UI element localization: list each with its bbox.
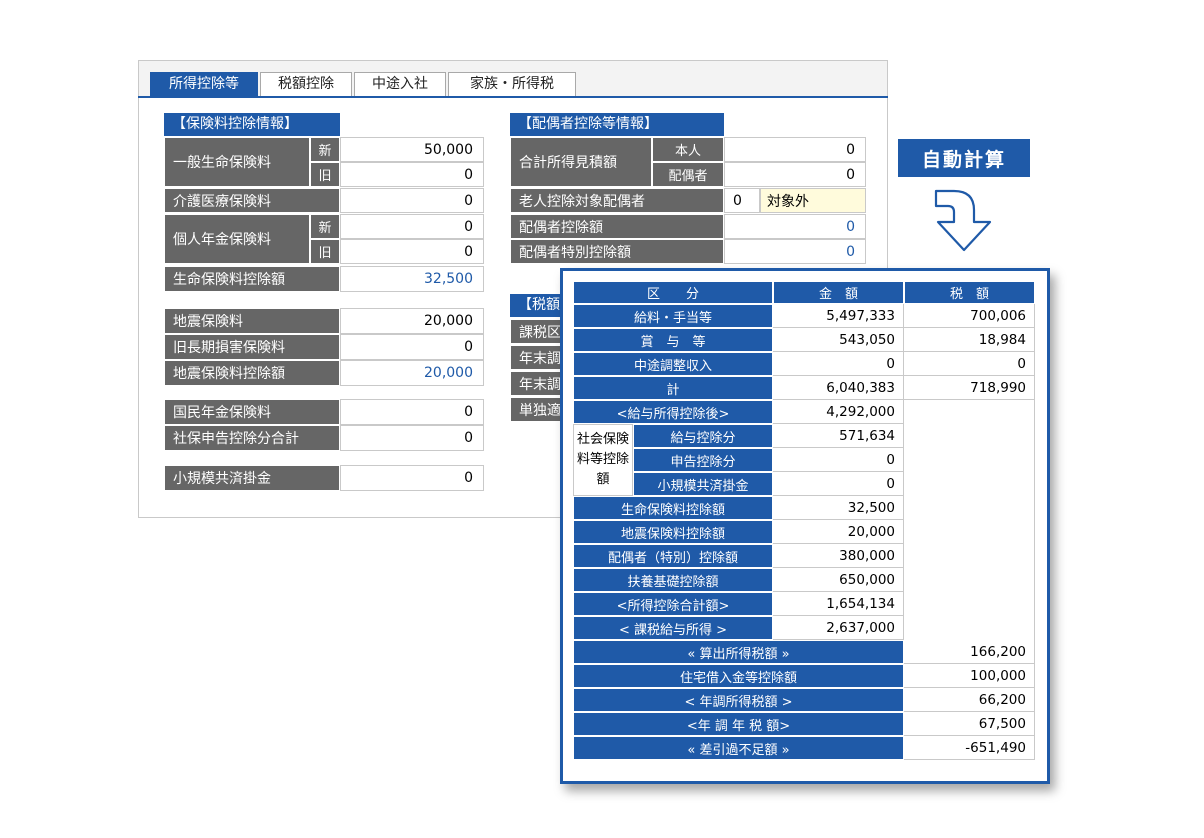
row-amount: 543,050 bbox=[773, 328, 904, 352]
income-self-field[interactable]: 0 bbox=[724, 137, 866, 162]
tax-row-label: 住宅借入金等控除額 bbox=[573, 664, 904, 688]
tab-income-deductions[interactable]: 所得控除等 bbox=[150, 72, 258, 97]
income-spouse-field[interactable]: 0 bbox=[724, 162, 866, 187]
arrow-down-icon bbox=[934, 189, 992, 252]
old-long-term-label: 旧長期損害保険料 bbox=[164, 334, 340, 360]
row-label: 賞 与 等 bbox=[573, 328, 773, 352]
tax-row-value: 100,000 bbox=[904, 664, 1035, 688]
old-long-term-field[interactable]: 0 bbox=[340, 334, 484, 360]
pension-new-field[interactable]: 0 bbox=[340, 214, 484, 239]
row-amount: 5,497,333 bbox=[773, 304, 904, 328]
nursing-field[interactable]: 0 bbox=[340, 188, 484, 213]
row-label: 生命保険料控除額 bbox=[573, 496, 773, 520]
life-deduction-label: 生命保険料控除額 bbox=[164, 266, 340, 292]
row-label: < 課税給与所得 > bbox=[573, 616, 773, 640]
header-category: 区 分 bbox=[573, 281, 773, 304]
social-item-amount: 571,634 bbox=[773, 424, 904, 448]
row-label: <所得控除合計額> bbox=[573, 592, 773, 616]
small-business-field[interactable]: 0 bbox=[340, 465, 484, 491]
earthquake-deduction-value: 20,000 bbox=[340, 360, 484, 386]
row-amount: 6,040,383 bbox=[773, 376, 904, 400]
row-label: 計 bbox=[573, 376, 773, 400]
tax-row-value: 66,200 bbox=[904, 688, 1035, 712]
income-spouse-label: 配偶者 bbox=[652, 162, 724, 187]
row-tax: 718,990 bbox=[904, 376, 1035, 400]
general-life-new-field[interactable]: 50,000 bbox=[340, 137, 484, 162]
elderly-spouse-field[interactable]: 0 bbox=[724, 188, 760, 213]
tax-row-label: « 算出所得税額 » bbox=[573, 640, 904, 664]
row-label: 給料・手当等 bbox=[573, 304, 773, 328]
row-label: 配偶者（特別）控除額 bbox=[573, 544, 773, 568]
general-life-old-field[interactable]: 0 bbox=[340, 162, 484, 187]
row-amount: 32,500 bbox=[773, 496, 904, 520]
earthquake-field[interactable]: 20,000 bbox=[340, 308, 484, 334]
nursing-label: 介護医療保険料 bbox=[164, 188, 340, 213]
row-amount: 380,000 bbox=[773, 544, 904, 568]
social-insurance-group-label: 社会保険料等控除額 bbox=[573, 424, 633, 496]
national-pension-label: 国民年金保険料 bbox=[164, 399, 340, 425]
pension-old-label: 旧 bbox=[310, 239, 340, 264]
row-amount: 650,000 bbox=[773, 568, 904, 592]
tab-tax-credits[interactable]: 税額控除 bbox=[260, 72, 352, 97]
tax-row-label: < 年調所得税額 > bbox=[573, 688, 904, 712]
tab-mid-year-hire[interactable]: 中途入社 bbox=[354, 72, 446, 97]
row-label: 地震保険料控除額 bbox=[573, 520, 773, 544]
header-amount: 金 額 bbox=[773, 281, 904, 304]
income-estimate-label: 合計所得見積額 bbox=[510, 137, 652, 187]
insurance-section-header: 【保険料控除情報】 bbox=[164, 113, 340, 136]
pension-label: 個人年金保険料 bbox=[164, 214, 310, 264]
social-item-label: 申告控除分 bbox=[633, 448, 773, 472]
elderly-spouse-status: 対象外 bbox=[760, 188, 866, 213]
row-label: 中途調整収入 bbox=[573, 352, 773, 376]
tax-row-value: 166,200 bbox=[904, 640, 1035, 664]
income-self-label: 本人 bbox=[652, 137, 724, 162]
earthquake-label: 地震保険料 bbox=[164, 308, 340, 334]
social-item-label: 給与控除分 bbox=[633, 424, 773, 448]
general-life-new-label: 新 bbox=[310, 137, 340, 162]
spouse-special-value: 0 bbox=[724, 239, 866, 264]
general-life-label: 一般生命保険料 bbox=[164, 137, 310, 187]
small-business-label: 小規模共済掛金 bbox=[164, 465, 340, 491]
elderly-spouse-label: 老人控除対象配偶者 bbox=[510, 188, 724, 213]
row-amount: 2,637,000 bbox=[773, 616, 904, 640]
row-label: <給与所得控除後> bbox=[573, 400, 773, 424]
social-item-amount: 0 bbox=[773, 448, 904, 472]
row-tax: 700,006 bbox=[904, 304, 1035, 328]
pension-old-field[interactable]: 0 bbox=[340, 239, 484, 264]
social-total-field[interactable]: 0 bbox=[340, 425, 484, 451]
tax-row-value: -651,490 bbox=[904, 736, 1035, 760]
tax-column-blank bbox=[904, 400, 1035, 640]
tab-underline bbox=[138, 96, 888, 98]
tax-row-label: « 差引過不足額 » bbox=[573, 736, 904, 760]
auto-calc-badge: 自動計算 bbox=[898, 139, 1030, 177]
spouse-section-header: 【配偶者控除等情報】 bbox=[510, 113, 724, 136]
national-pension-field[interactable]: 0 bbox=[340, 399, 484, 425]
row-amount: 20,000 bbox=[773, 520, 904, 544]
header-tax: 税 額 bbox=[904, 281, 1035, 304]
row-tax: 18,984 bbox=[904, 328, 1035, 352]
pension-new-label: 新 bbox=[310, 214, 340, 239]
tab-family-income-tax[interactable]: 家族・所得税 bbox=[448, 72, 576, 97]
spouse-special-label: 配偶者特別控除額 bbox=[510, 239, 724, 264]
tax-row-value: 67,500 bbox=[904, 712, 1035, 736]
row-amount: 4,292,000 bbox=[773, 400, 904, 424]
spouse-deduction-value: 0 bbox=[724, 214, 866, 239]
row-amount: 1,654,134 bbox=[773, 592, 904, 616]
row-amount: 0 bbox=[773, 352, 904, 376]
earthquake-deduction-label: 地震保険料控除額 bbox=[164, 360, 340, 386]
social-item-amount: 0 bbox=[773, 472, 904, 496]
calculation-result-panel: 区 分 金 額 税 額 給料・手当等 5,497,333 700,006 賞 与… bbox=[560, 268, 1050, 784]
spouse-deduction-label: 配偶者控除額 bbox=[510, 214, 724, 239]
general-life-old-label: 旧 bbox=[310, 162, 340, 187]
social-total-label: 社保申告控除分合計 bbox=[164, 425, 340, 451]
row-tax: 0 bbox=[904, 352, 1035, 376]
life-deduction-value: 32,500 bbox=[340, 266, 484, 292]
row-label: 扶養基礎控除額 bbox=[573, 568, 773, 592]
social-item-label: 小規模共済掛金 bbox=[633, 472, 773, 496]
tax-row-label: <年 調 年 税 額> bbox=[573, 712, 904, 736]
